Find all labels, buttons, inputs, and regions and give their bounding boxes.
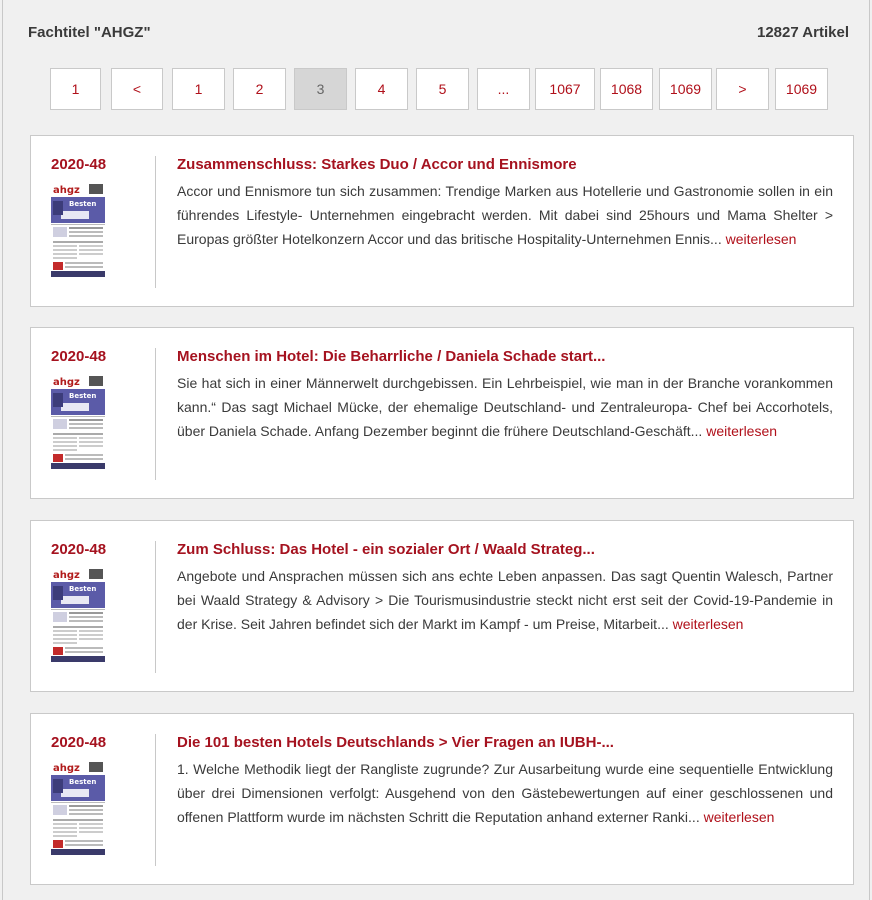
article-headline-link[interactable]: Zusammenschluss: Starkes Duo / Accor und… bbox=[177, 156, 577, 173]
svg-text:Besten: Besten bbox=[69, 585, 96, 593]
article-card: 2020-48 ahgz Besten Die 101 besten Hotels D… bbox=[30, 713, 854, 885]
issue-number: 2020-48 bbox=[51, 156, 107, 173]
article-card: 2020-48 ahgz Besten Zum Schluss: Das Hotel … bbox=[30, 520, 854, 692]
read-more-link[interactable]: weiterlesen bbox=[706, 423, 777, 439]
article-headline-link[interactable]: Zum Schluss: Das Hotel - ein sozialer Or… bbox=[177, 541, 595, 558]
pager-page-3-current[interactable]: 3 bbox=[294, 68, 347, 110]
pager-next[interactable]: > bbox=[716, 68, 769, 110]
masthead-text: ahgz bbox=[53, 570, 80, 581]
pagination: 1 <1 2 3 4 5... 1067 1068 1069 >1069 bbox=[3, 68, 869, 112]
masthead-text: ahgz bbox=[53, 185, 80, 196]
publication-title: Fachtitel "AHGZ" bbox=[28, 24, 151, 41]
pager-page-1069[interactable]: 1069 bbox=[659, 68, 712, 110]
result-header: Fachtitel "AHGZ" 12827 Artikel bbox=[28, 24, 849, 44]
issue-number: 2020-48 bbox=[51, 734, 107, 751]
article-teaser: Accor und Ennismore tun sich zusammen: T… bbox=[177, 179, 833, 251]
page-frame: Fachtitel "AHGZ" 12827 Artikel 1 <1 2 3 4 5..… bbox=[2, 0, 870, 900]
article-teaser: 1. Welche Methodik liegt der Rangliste z… bbox=[177, 757, 833, 829]
masthead-text: ahgz bbox=[53, 377, 80, 388]
issue-number: 2020-48 bbox=[51, 541, 107, 558]
cover-thumbnail[interactable]: ahgz Besten bbox=[51, 761, 105, 855]
read-more-link[interactable]: weiterlesen bbox=[673, 616, 744, 632]
article-teaser: Sie hat sich in einer Männerwelt durchge… bbox=[177, 371, 833, 443]
pager-page-1[interactable]: 1 bbox=[172, 68, 225, 110]
cover-thumbnail[interactable]: ahgz Besten bbox=[51, 183, 105, 277]
article-card: 2020-48 ahgz Besten Zusammenschluss: Starke… bbox=[30, 135, 854, 307]
svg-text:Besten: Besten bbox=[69, 392, 96, 400]
pager-page-1068[interactable]: 1068 bbox=[600, 68, 653, 110]
pager-ellipsis[interactable]: ... bbox=[477, 68, 530, 110]
read-more-link[interactable]: weiterlesen bbox=[726, 231, 797, 247]
pager-page-2[interactable]: 2 bbox=[233, 68, 286, 110]
divider bbox=[155, 734, 156, 866]
issue-number: 2020-48 bbox=[51, 348, 107, 365]
svg-text:Besten: Besten bbox=[69, 778, 96, 786]
read-more-link[interactable]: weiterlesen bbox=[704, 809, 775, 825]
pager-first[interactable]: 1 bbox=[50, 68, 101, 110]
cover-thumbnail[interactable]: ahgz Besten bbox=[51, 375, 105, 469]
article-teaser: Angebote und Ansprachen müssen sich ans … bbox=[177, 564, 833, 636]
cover-thumbnail[interactable]: ahgz Besten bbox=[51, 568, 105, 662]
masthead-text: ahgz bbox=[53, 763, 80, 774]
divider bbox=[155, 156, 156, 288]
pager-page-1067[interactable]: 1067 bbox=[535, 68, 595, 110]
divider bbox=[155, 348, 156, 480]
pager-last[interactable]: 1069 bbox=[775, 68, 828, 110]
article-count: 12827 Artikel bbox=[756, 24, 849, 41]
article-card: 2020-48 ahgz Besten Menschen im Hotel: Die … bbox=[30, 327, 854, 499]
pager-page-4[interactable]: 4 bbox=[355, 68, 408, 110]
divider bbox=[155, 541, 156, 673]
svg-text:Besten: Besten bbox=[69, 200, 96, 208]
pager-page-5[interactable]: 5 bbox=[416, 68, 469, 110]
article-headline-link[interactable]: Menschen im Hotel: Die Beharrliche / Dan… bbox=[177, 348, 605, 365]
article-headline-link[interactable]: Die 101 besten Hotels Deutschlands > Vie… bbox=[177, 734, 614, 751]
pager-prev[interactable]: < bbox=[111, 68, 163, 110]
